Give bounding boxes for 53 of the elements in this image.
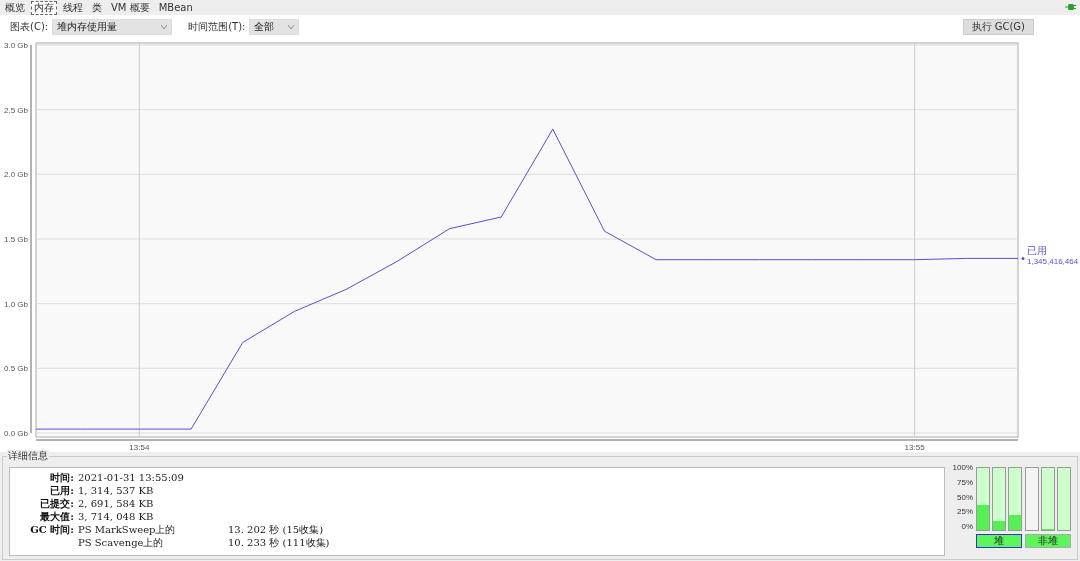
tab[interactable]: VM 概要 bbox=[108, 1, 153, 15]
y-tick-label: 1.0 Gb bbox=[4, 299, 28, 309]
field-label: 时间: bbox=[49, 471, 75, 484]
percent-label: 75% bbox=[956, 477, 973, 487]
memory-pool-bar[interactable] bbox=[992, 467, 1006, 531]
memory-pool-bar[interactable] bbox=[1025, 467, 1039, 531]
tab[interactable]: 概览 bbox=[2, 1, 28, 15]
percent-label: 100% bbox=[952, 463, 973, 472]
legend-label: 已用 bbox=[1027, 245, 1047, 257]
field-label: 已用: bbox=[49, 484, 75, 497]
gc-collector-time: 10. 233 秒 (111收集) bbox=[228, 536, 331, 549]
percent-label: 50% bbox=[956, 492, 973, 502]
y-tick-label: 2.0 Gb bbox=[4, 170, 28, 180]
field-label: GC 时间: bbox=[29, 523, 75, 536]
chart-label: 图表(C): bbox=[10, 20, 49, 34]
percent-label: 0% bbox=[960, 522, 973, 531]
memory-pool-button[interactable]: 堆 bbox=[976, 534, 1022, 548]
details-title: 详细信息 bbox=[7, 450, 49, 462]
y-tick-label: 1.5 Gb bbox=[4, 235, 28, 244]
perform-gc-button[interactable]: 执行 GC(G) bbox=[962, 19, 1034, 35]
y-tick-label: 3.0 Gb bbox=[4, 41, 28, 50]
x-tick-label: 13:55 bbox=[904, 443, 925, 452]
tab[interactable]: 类 bbox=[89, 1, 105, 15]
legend-marker bbox=[1021, 256, 1025, 260]
time-range-select[interactable]: 全部 bbox=[249, 19, 300, 35]
field-label: 最大值: bbox=[39, 510, 75, 523]
memory-pool-bar[interactable] bbox=[1008, 467, 1022, 531]
y-tick-label: 2.5 Gb bbox=[4, 105, 28, 115]
field-value: 1, 314, 537 KB bbox=[78, 484, 155, 497]
chart-select[interactable]: 堆内存使用量 bbox=[52, 19, 173, 35]
memory-pool-button[interactable]: 非堆 bbox=[1025, 534, 1071, 548]
caret-icon bbox=[161, 25, 168, 29]
field-value: 2021-01-31 13:55:09 bbox=[78, 471, 185, 484]
x-tick-label: 13:54 bbox=[129, 443, 150, 452]
gc-collector-time: 13. 202 秒 (15收集) bbox=[228, 523, 325, 536]
memory-pool-bar[interactable] bbox=[1041, 467, 1055, 531]
connection-plug-icon[interactable] bbox=[1065, 3, 1076, 11]
caret-icon bbox=[288, 25, 295, 29]
memory-pool-bar[interactable] bbox=[1057, 467, 1071, 531]
gc-collector-name: PS Scavenge上的 bbox=[78, 536, 165, 549]
legend-value: 1,345,416,464 bbox=[1027, 257, 1079, 267]
tab[interactable]: MBean bbox=[155, 1, 196, 15]
field-label: 已提交: bbox=[39, 497, 75, 510]
tab[interactable]: 线程 bbox=[60, 1, 86, 15]
field-value: 2, 691, 584 KB bbox=[78, 497, 155, 510]
field-value: 3, 714, 048 KB bbox=[78, 510, 155, 523]
memory-pool-bar[interactable] bbox=[976, 467, 990, 531]
tab[interactable]: 内存 bbox=[31, 1, 57, 15]
percent-label: 25% bbox=[956, 507, 973, 517]
y-tick-label: 0.0 Gb bbox=[4, 429, 28, 438]
time-range-label: 时间范围(T): bbox=[188, 20, 246, 34]
gc-collector-name: PS MarkSweep上的 bbox=[78, 523, 177, 536]
y-tick-label: 0.5 Gb bbox=[4, 364, 28, 374]
